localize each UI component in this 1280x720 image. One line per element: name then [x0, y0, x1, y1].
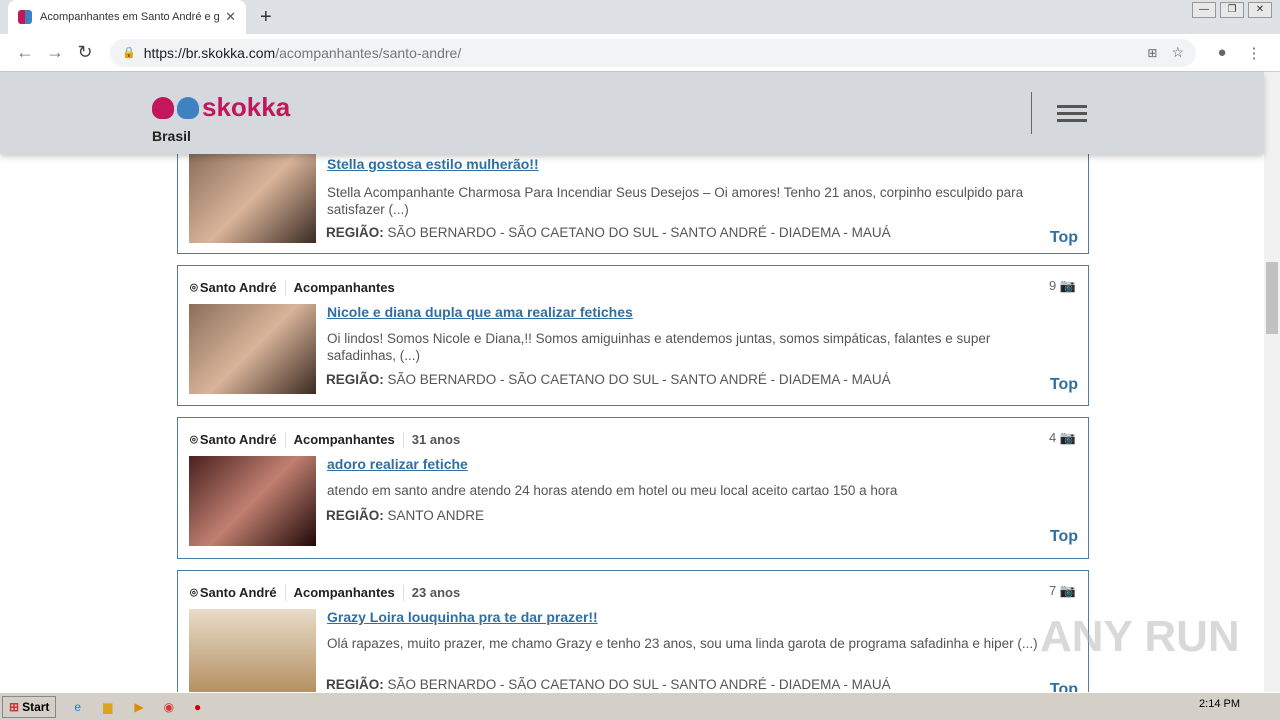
favicon-icon: [18, 10, 32, 24]
listing-title[interactable]: Grazy Loira louquinha pra te dar prazer!…: [327, 609, 598, 625]
windows-logo-icon: ⊞: [9, 699, 20, 714]
listing-category: Acompanhantes: [294, 432, 404, 448]
tab-title: Acompanhantes em Santo André e g: [40, 11, 220, 23]
header-divider: [1031, 92, 1032, 134]
listing-category: Acompanhantes: [293, 280, 395, 295]
listing-meta: ⌾ Santo André Acompanhantes 31 anos: [190, 432, 476, 448]
pin-icon: ⌾: [190, 432, 198, 447]
listing-thumbnail[interactable]: [189, 456, 316, 546]
windows-taskbar: ⊞ Start e ▆ ▶ ◉ ● 2:14 PM: [0, 692, 1280, 720]
listing-title[interactable]: Stella gostosa estilo mulherão!!: [327, 156, 539, 172]
listing-region: REGIÃO: SANTO ANDRE: [326, 508, 485, 523]
listing-description: Oi lindos! Somos Nicole e Diana,!! Somos…: [327, 331, 991, 363]
listing-description: atendo em santo andre atendo 24 horas at…: [327, 483, 898, 498]
address-bar[interactable]: 🔒 https://br.skokka.com/acompanhantes/sa…: [110, 38, 1196, 67]
listing-title[interactable]: adoro realizar fetiche: [327, 456, 468, 472]
listing-thumbnail[interactable]: [189, 153, 316, 243]
photo-count: 9 📷: [1048, 278, 1076, 293]
skokka-logo[interactable]: skokka: [152, 92, 290, 123]
pin-icon: ⌾: [190, 280, 198, 295]
clock: 2:14 PM: [1199, 698, 1240, 710]
pin-icon: ⌾: [190, 585, 198, 600]
close-window-button[interactable]: ✕: [1248, 2, 1272, 18]
anyrun-watermark: ANY RUN: [1040, 612, 1240, 661]
forward-icon[interactable]: →: [40, 42, 70, 63]
translate-icon[interactable]: ⊞: [1147, 46, 1157, 60]
listing-city: Santo André: [200, 432, 286, 448]
minimize-button[interactable]: —: [1192, 2, 1216, 18]
browser-toolbar: ← → ↻ 🔒 https://br.skokka.com/acompanhan…: [0, 34, 1280, 72]
listing-description: Olá rapazes, muito prazer, me chamo Graz…: [327, 636, 1038, 651]
listing-card[interactable]: ⌾ Santo André Acompanhantes 31 anos 4 📷 ado…: [177, 417, 1089, 559]
listing-region: REGIÃO: SÃO BERNARDO - SÃO CAETANO DO SU…: [326, 677, 891, 692]
camera-icon: 📷: [1059, 278, 1076, 293]
listing-city: Santo André: [200, 280, 286, 296]
listings: Stella gostosa estilo mulherão!! Stella …: [0, 72, 1264, 692]
camera-icon: 📷: [1059, 583, 1076, 598]
logo-text: skokka: [202, 92, 291, 122]
back-icon[interactable]: ←: [10, 42, 40, 63]
opera-icon[interactable]: ●: [194, 700, 201, 714]
listing-age: 23 anos: [411, 585, 461, 600]
start-button[interactable]: ⊞ Start: [2, 695, 57, 718]
new-tab-button[interactable]: +: [260, 6, 272, 29]
top-badge: Top: [1049, 681, 1078, 692]
listing-thumbnail[interactable]: [189, 609, 316, 692]
photo-count: 7 📷: [1048, 583, 1076, 598]
listing-city: Santo André: [200, 585, 286, 601]
tab-strip: Acompanhantes em Santo André e g ✕ + — ❐ ✕: [0, 0, 1280, 34]
media-player-icon[interactable]: ▶: [134, 700, 143, 714]
listing-region: REGIÃO: SÃO BERNARDO - SÃO CAETANO DO SU…: [326, 372, 891, 387]
bookmark-star-icon[interactable]: ☆: [1171, 44, 1184, 61]
menu-dots-icon[interactable]: ⋮: [1238, 44, 1270, 62]
listing-thumbnail[interactable]: [189, 304, 316, 394]
listing-category: Acompanhantes: [294, 585, 404, 601]
listing-card[interactable]: ⌾ Santo André Acompanhantes 9 📷 Nicole e d…: [177, 265, 1089, 406]
explorer-icon[interactable]: ▆: [103, 700, 112, 714]
listing-age: 31 anos: [411, 432, 461, 447]
listing-card[interactable]: ⌾ Santo André Acompanhantes 23 anos 7 📷 Gra…: [177, 570, 1089, 692]
top-badge: Top: [1049, 229, 1078, 246]
listing-meta: ⌾ Santo André Acompanhantes: [190, 280, 411, 296]
listing-region: REGIÃO: SÃO BERNARDO - SÃO CAETANO DO SU…: [326, 225, 891, 240]
top-badge: Top: [1049, 376, 1078, 393]
camera-icon: 📷: [1059, 430, 1076, 445]
lock-icon: 🔒: [122, 47, 136, 59]
chrome-icon[interactable]: ◉: [164, 700, 174, 714]
listing-meta: ⌾ Santo André Acompanhantes 23 anos: [190, 585, 476, 601]
page-scrollbar[interactable]: [1264, 72, 1280, 692]
reload-icon[interactable]: ↻: [70, 42, 100, 63]
browser-tab[interactable]: Acompanhantes em Santo André e g ✕: [8, 0, 246, 34]
top-badge: Top: [1049, 528, 1078, 545]
close-tab-icon[interactable]: ✕: [225, 9, 236, 25]
hamburger-menu-icon[interactable]: [1057, 105, 1087, 126]
restore-button[interactable]: ❐: [1220, 2, 1244, 18]
url-path: /acompanhantes/santo-andre/: [275, 44, 462, 61]
listing-title[interactable]: Nicole e diana dupla que ama realizar fe…: [327, 304, 633, 320]
url-domain: https://br.skokka.com: [143, 44, 276, 61]
photo-count: 4 📷: [1048, 430, 1076, 445]
country-label: Brasil: [152, 128, 191, 144]
profile-icon[interactable]: ●: [1206, 44, 1238, 61]
site-header: skokka Brasil: [0, 72, 1264, 154]
ie-icon[interactable]: e: [74, 700, 81, 714]
listing-description: Stella Acompanhante Charmosa Para Incend…: [327, 185, 1024, 217]
scrollbar-thumb[interactable]: [1266, 262, 1278, 334]
